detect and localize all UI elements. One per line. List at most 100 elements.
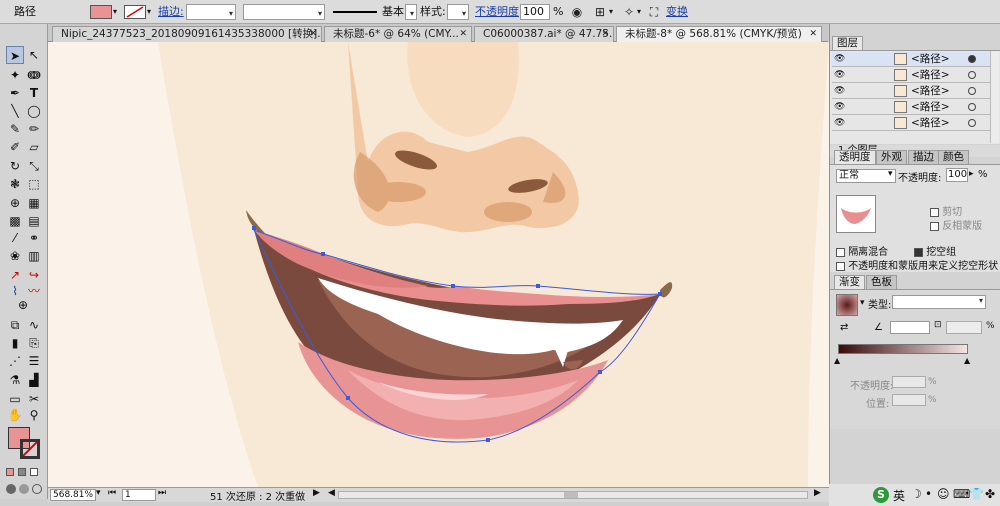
stroke-color-box[interactable]	[20, 439, 40, 459]
stroke-weight-field[interactable]: ▾	[186, 4, 236, 20]
tools-icon[interactable]: ✤	[985, 487, 995, 501]
ellipse-icon[interactable]: ◯	[25, 102, 43, 120]
line-icon[interactable]: ╲	[6, 102, 24, 120]
gradient-stop-right[interactable]: ▲	[964, 356, 970, 365]
knockout-group-option[interactable]: 挖空组	[914, 243, 956, 258]
select-similar-arrow[interactable]: ▾	[637, 3, 641, 20]
target-icon[interactable]	[968, 71, 976, 79]
style-dropdown[interactable]: ▾	[447, 4, 469, 20]
scroll-right-icon[interactable]: ▶	[814, 488, 821, 498]
hand-icon[interactable]: ✋	[6, 406, 24, 424]
blob-brush-icon[interactable]: ✐	[6, 138, 24, 156]
align-icon[interactable]: ⊞	[592, 4, 608, 20]
layer-row[interactable]: 👁 <路径>	[832, 68, 992, 83]
lasso-icon[interactable]: ↈ	[25, 66, 43, 84]
stop-opacity-field[interactable]	[892, 376, 926, 388]
isolate-blend-option[interactable]: 隔离混合	[836, 243, 888, 258]
stop-location-field[interactable]	[892, 394, 926, 406]
symbol-shifter-icon[interactable]: ⋰	[6, 352, 24, 370]
scale-icon[interactable]: ⤡	[25, 157, 43, 175]
close-icon[interactable]: ✕	[459, 27, 467, 42]
gradient-preview-swatch[interactable]	[836, 294, 858, 316]
tab-appearance[interactable]: 外观	[876, 150, 907, 164]
tab-document-1[interactable]: Nipic_24377523_20180909161435338000 [转换]…	[52, 26, 322, 42]
lang-indicator[interactable]: 英	[893, 487, 905, 504]
gradient-mode-icon[interactable]	[18, 468, 26, 476]
layer-row[interactable]: 👁 <路径>	[832, 116, 992, 131]
brush-icon[interactable]: ✎	[6, 120, 24, 138]
opacity-arrow[interactable]: ▸	[969, 169, 974, 179]
aspect-field[interactable]	[946, 321, 982, 334]
free-transform-icon[interactable]: ⬚	[25, 175, 43, 193]
eye-icon[interactable]: 👁	[834, 102, 845, 112]
slice-icon[interactable]: ∿	[25, 316, 43, 334]
tab-document-active[interactable]: 未标题-8* @ 568.81% (CMYK/预览) ✕	[616, 26, 822, 42]
tshirt-icon[interactable]: 👕	[969, 487, 984, 501]
blend-icon[interactable]: ⚭	[25, 229, 43, 247]
invert-mask-checkbox[interactable]	[930, 221, 939, 231]
direct-selection-icon[interactable]: ↖	[25, 46, 43, 64]
horizontal-scrollbar[interactable]	[338, 491, 808, 499]
eye-icon[interactable]: 👁	[834, 54, 845, 64]
close-icon[interactable]: ✕	[809, 27, 817, 42]
isolate-icon[interactable]: ⛶	[646, 4, 662, 20]
first-artboard-icon[interactable]: ⏮	[108, 488, 116, 498]
tab-transparency[interactable]: 透明度	[834, 150, 876, 164]
gradient-type-select[interactable]: ▾	[892, 295, 986, 309]
mesh-icon[interactable]: ▩	[6, 212, 24, 230]
shape-builder-icon[interactable]: ⊕	[6, 194, 24, 212]
rotate-icon[interactable]: ↻	[6, 157, 24, 175]
clip-checkbox[interactable]	[930, 207, 939, 217]
last-artboard-icon[interactable]: ⏭	[158, 488, 166, 498]
tab-gradient[interactable]: 渐变	[834, 275, 865, 289]
blend-mode-select[interactable]: 正常	[836, 169, 896, 183]
tab-layers[interactable]: 图层	[832, 36, 863, 50]
artboard-field[interactable]: 1	[122, 489, 156, 501]
draw-normal-icon[interactable]	[6, 484, 16, 494]
color-mode-icon[interactable]	[6, 468, 14, 476]
type-icon[interactable]: T	[25, 84, 43, 102]
column-graph-icon[interactable]: ▮	[6, 334, 24, 352]
stroke-color-swatch[interactable]	[124, 5, 146, 19]
opacity-mask-checkbox[interactable]	[836, 261, 845, 271]
blend-mode-arrow[interactable]: ▾	[888, 169, 893, 179]
draw-behind-icon[interactable]	[19, 484, 29, 494]
magic-wand-icon[interactable]: ✦	[6, 66, 24, 84]
dot-icon[interactable]: •	[925, 487, 932, 501]
selection-tool-icon[interactable]: ➤	[6, 46, 24, 64]
slice-select-icon[interactable]: ⎘	[25, 334, 43, 352]
layers-scrollbar[interactable]	[990, 51, 999, 143]
invert-mask-option[interactable]: 反相蒙版	[930, 217, 982, 232]
opacity-label[interactable]: 不透明度	[475, 3, 519, 20]
tab-document-2[interactable]: 未标题-6* @ 64% (CMY... ✕	[324, 26, 472, 42]
transform-label[interactable]: 变换	[666, 3, 688, 20]
status-menu-icon[interactable]: ▶	[313, 488, 320, 498]
artboard-icon[interactable]: ⧉	[6, 316, 24, 334]
reverse-gradient-icon[interactable]: ⇄	[840, 322, 848, 333]
symbol-sprayer-icon[interactable]: ❀	[6, 247, 24, 265]
opacity-input[interactable]: 100	[946, 168, 968, 182]
artwork-canvas[interactable]	[48, 42, 829, 487]
target-icon[interactable]	[968, 87, 976, 95]
scrollbar-thumb[interactable]	[564, 492, 578, 498]
gradient-ramp[interactable]	[838, 344, 968, 354]
warp-icon[interactable]: ❃	[6, 175, 24, 193]
gradient-stop-left[interactable]: ▲	[834, 356, 840, 365]
draw-inside-icon[interactable]	[32, 484, 42, 494]
clip-option[interactable]: 剪切	[930, 203, 962, 218]
stroke-profile-dropdown[interactable]: ▾	[405, 4, 417, 20]
variable-width-field[interactable]: ▾	[243, 4, 325, 20]
layer-row[interactable]: 👁 <路径>	[832, 84, 992, 99]
close-icon[interactable]: ✕	[309, 27, 317, 42]
eye-icon[interactable]: 👁	[834, 86, 845, 96]
perspective-icon[interactable]: ▦	[25, 194, 43, 212]
pen-icon[interactable]: ✒	[6, 84, 24, 102]
live-paint-icon[interactable]: ▟	[25, 371, 43, 389]
opacity-field[interactable]: 100	[520, 4, 550, 20]
target-icon[interactable]	[968, 55, 976, 63]
input-method-icon[interactable]: S	[873, 487, 889, 503]
close-icon[interactable]: ✕	[601, 27, 609, 42]
paintbucket-icon[interactable]: ⚗	[6, 371, 24, 389]
none-mode-icon[interactable]	[30, 468, 38, 476]
recolor-icon[interactable]: ◉	[569, 4, 585, 20]
